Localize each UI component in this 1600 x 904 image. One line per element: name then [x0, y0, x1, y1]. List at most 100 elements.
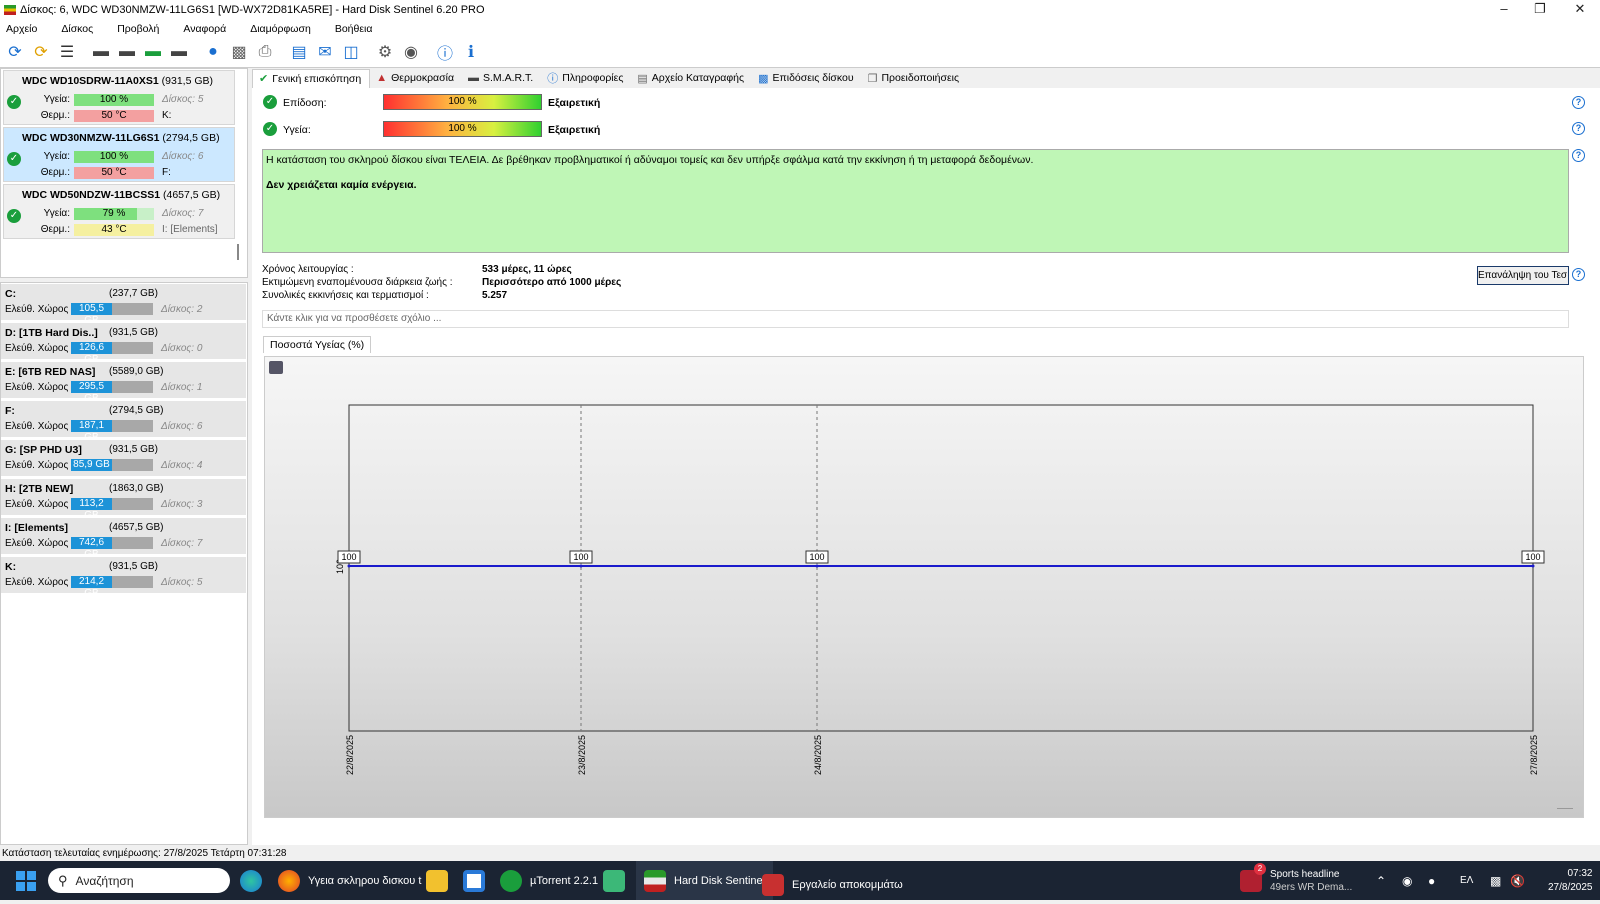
- refresh-warning-icon[interactable]: ⟳: [30, 41, 52, 63]
- disk-search-icon[interactable]: ▬: [168, 41, 190, 63]
- refresh-icon[interactable]: ⟳: [4, 41, 26, 63]
- menu-view[interactable]: Προβολή: [117, 23, 159, 35]
- menu-file[interactable]: Αρχείο: [6, 23, 37, 35]
- comment-input[interactable]: Κάντε κλικ για να προσθέσετε σχόλιο ...: [262, 310, 1569, 328]
- plot-area: [348, 404, 1534, 732]
- resize-grip[interactable]: [1557, 808, 1573, 809]
- tab-log[interactable]: ▤ Αρχείο Καταγραφής: [631, 69, 752, 88]
- taskbar-utorrent[interactable]: µTorrent 2.2.1: [500, 861, 598, 900]
- volume-card[interactable]: E: [6TB RED NAS] (5589,0 GB) Ελεύθ. Χώρος 2…: [1, 362, 246, 404]
- volume-card[interactable]: C: (237,7 GB) Ελεύθ. Χώρος 105,5 GB Δίσκος: …: [1, 284, 246, 326]
- free-space-bar: 742,6 GB: [71, 537, 153, 560]
- utorrent-tray-icon[interactable]: ●: [1428, 861, 1435, 900]
- network-icon[interactable]: ▩: [1490, 861, 1501, 900]
- clock[interactable]: 07:32 27/8/2025: [1548, 861, 1593, 900]
- snipping-icon: [762, 873, 784, 896]
- maximize-button[interactable]: ❐: [1522, 0, 1558, 20]
- data-point: [347, 564, 351, 568]
- mail-icon[interactable]: ✉: [314, 41, 336, 63]
- health-bar: 100 %: [74, 94, 154, 106]
- sound-icon[interactable]: ◉: [400, 41, 422, 63]
- info-icon[interactable]: ℹ: [460, 41, 482, 63]
- volume-card[interactable]: I: [Elements] (4657,5 GB) Ελεύθ. Χώρος 742,…: [1, 518, 246, 560]
- repeat-test-button[interactable]: Επανάληψη του Τεσ: [1477, 266, 1569, 285]
- volume-name: I: [Elements]: [5, 522, 69, 534]
- store-icon[interactable]: [463, 861, 493, 900]
- disk-number: Δίσκος: 3: [161, 499, 203, 510]
- file-explorer-icon[interactable]: [426, 861, 456, 900]
- notification-badge: 2: [1254, 863, 1266, 875]
- disk-number: Δίσκος: 6: [161, 421, 203, 432]
- chart-area: 22/8/2025 23/8/2025 24/8/2025 27/8/2025 100 1…: [264, 356, 1584, 818]
- tab-overview[interactable]: ✔ Γενική επισκόπηση: [252, 68, 371, 88]
- disk-icon[interactable]: ▬: [90, 41, 112, 63]
- document-icon: ▤: [637, 72, 648, 85]
- taskbar-hdsentinel[interactable]: Hard Disk Sentinel: [636, 861, 774, 900]
- news-widget[interactable]: 2 Sports headline 49ers WR Dema...: [1240, 861, 1352, 900]
- free-space-label: Ελεύθ. Χώρος: [5, 538, 69, 549]
- menu-configuration[interactable]: Διαμόρφωση: [250, 23, 311, 35]
- taskbar-firefox[interactable]: Υγεια σκληρου δισκου t: [278, 861, 421, 900]
- data-label: 100: [341, 552, 356, 562]
- tab-smart[interactable]: ▬ S.M.A.R.T.: [462, 69, 541, 88]
- help-icon[interactable]: ?: [1572, 96, 1585, 109]
- volume-card[interactable]: F: (2794,5 GB) Ελεύθ. Χώρος 187,1 GB Δίσκος:…: [1, 401, 246, 443]
- free-space-value: 85,9 GB: [71, 459, 112, 471]
- help-icon[interactable]: ?: [1572, 149, 1585, 162]
- volume-card[interactable]: H: [2TB NEW] (1863,0 GB) Ελεύθ. Χώρος 113,2…: [1, 479, 246, 521]
- chevron-up-icon[interactable]: ⌃: [1376, 861, 1386, 900]
- disk-check-icon[interactable]: ▬: [142, 41, 164, 63]
- menu-disk[interactable]: Δίσκος: [61, 23, 93, 35]
- report-icon[interactable]: ▤: [288, 41, 310, 63]
- tab-health-chart[interactable]: Ποσοστά Υγείας (%): [263, 336, 372, 353]
- volume-mute-icon[interactable]: 🔇: [1510, 861, 1525, 900]
- menu-report[interactable]: Αναφορά: [183, 23, 226, 35]
- tab-alerts[interactable]: ❐ Προειδοποιήσεις: [862, 69, 967, 88]
- disk-card[interactable]: WDC WD50NDZW-11BCSS1 (4657,5 GB) ✓ Υγεία…: [3, 184, 235, 239]
- disk-number: Δίσκος: 4: [161, 460, 203, 471]
- disk-number: Δίσκος: 5: [162, 94, 204, 105]
- printer-icon[interactable]: ⎙: [254, 41, 276, 63]
- disk-card-selected[interactable]: WDC WD30NMZW-11LG6S1 (2794,5 GB) ✓ Υγεία…: [3, 127, 235, 182]
- close-button[interactable]: ✕: [1562, 0, 1598, 20]
- health-label: Υγεία:: [283, 124, 311, 136]
- edge-icon[interactable]: [240, 861, 270, 900]
- settings-icon[interactable]: ⚙: [374, 41, 396, 63]
- free-space-bar: 85,9 GB: [71, 459, 153, 471]
- search-box[interactable]: ⚲ Αναζήτηση: [48, 868, 230, 893]
- menu-help[interactable]: Βοήθεια: [335, 23, 373, 35]
- disk-card[interactable]: WDC WD10SDRW-11A0XS1 (931,5 GB) ✓ Υγεία:…: [3, 70, 235, 125]
- app-icon-green[interactable]: [603, 861, 633, 900]
- app-icon: [4, 5, 16, 15]
- x-tick-label: 24/8/2025: [813, 735, 823, 775]
- volume-size: (2794,5 GB): [109, 405, 164, 416]
- globe-icon[interactable]: ●: [202, 41, 224, 63]
- camera-icon[interactable]: ▩: [228, 41, 250, 63]
- volume-name: F:: [5, 405, 15, 417]
- tab-information[interactable]: ⓘ Πληροφορίες: [541, 69, 631, 88]
- data-label: 100: [809, 552, 824, 562]
- help-icon[interactable]: ⓘ: [434, 41, 456, 63]
- help-icon[interactable]: ?: [1572, 122, 1585, 135]
- volume-name: E: [6TB RED NAS]: [5, 366, 96, 378]
- tab-performance[interactable]: ▩ Επιδόσεις δίσκου: [752, 69, 862, 88]
- x-tick-label: 27/8/2025: [1529, 735, 1539, 775]
- start-button[interactable]: [16, 861, 36, 900]
- security-icon[interactable]: ◉: [1402, 861, 1412, 900]
- network-icon[interactable]: ◫: [340, 41, 362, 63]
- volume-card[interactable]: G: [SP PHD U3] (931,5 GB) Ελεύθ. Χώρος 85,9…: [1, 440, 246, 477]
- tab-bar: ✔ Γενική επισκόπηση ▲ Θερμοκρασία ▬ S.M.A.R…: [252, 68, 1600, 88]
- taskbar-snipping[interactable]: Εργαλείο αποκομμάτω: [762, 865, 903, 904]
- volume-card[interactable]: D: [1TB Hard Dis..] (931,5 GB) Ελεύθ. Χώρο…: [1, 323, 246, 365]
- minimize-button[interactable]: –: [1486, 0, 1522, 20]
- scrollbar-thumb[interactable]: [237, 244, 239, 260]
- health-label: Υγεία:: [43, 94, 70, 105]
- tab-temperature[interactable]: ▲ Θερμοκρασία: [370, 69, 462, 88]
- drive-letter: K:: [162, 110, 172, 121]
- disk-test-icon[interactable]: ▬: [116, 41, 138, 63]
- help-icon[interactable]: ?: [1572, 268, 1585, 281]
- volume-card[interactable]: K: (931,5 GB) Ελεύθ. Χώρος 214,2 GB Δίσκος: …: [1, 557, 246, 599]
- list-icon[interactable]: ☰: [56, 41, 78, 63]
- language-indicator[interactable]: ΕΛ: [1460, 861, 1473, 900]
- check-icon: ✔: [259, 73, 269, 85]
